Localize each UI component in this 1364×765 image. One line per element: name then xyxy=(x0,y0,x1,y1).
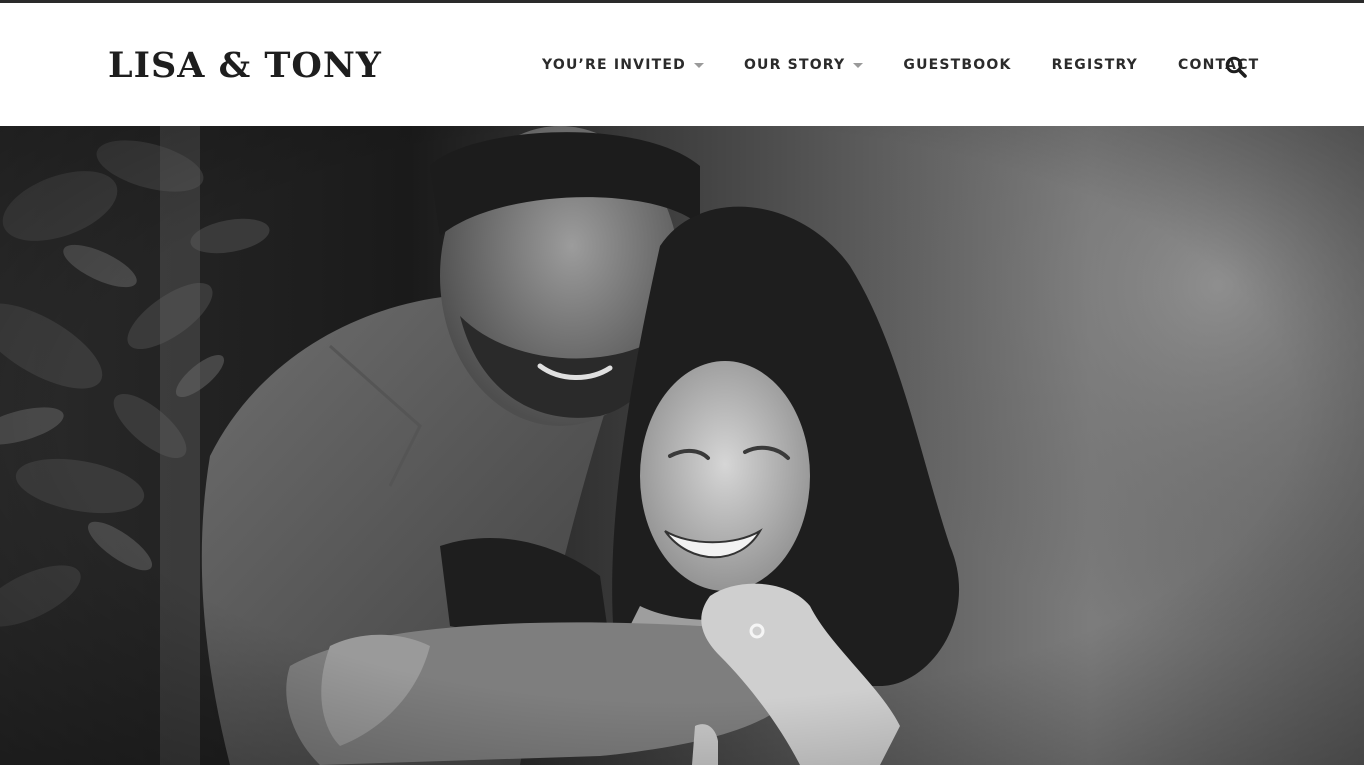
nav-item-registry[interactable]: REGISTRY xyxy=(1052,57,1138,73)
hero-photo-art xyxy=(0,126,1364,765)
caret-down-icon xyxy=(693,62,704,68)
search-icon xyxy=(1225,56,1247,78)
nav-item-label: OUR STORY xyxy=(743,57,846,73)
nav-item-youre-invited[interactable]: YOU’RE INVITED xyxy=(542,57,704,73)
nav-item-label: YOU’RE INVITED xyxy=(542,57,686,73)
main-nav: YOU’RE INVITED OUR STORY GUESTBOOK REGIS… xyxy=(542,55,1259,75)
hero-photo xyxy=(0,126,1364,765)
nav-item-guestbook[interactable]: GUESTBOOK xyxy=(903,57,1011,73)
nav-item-label: GUESTBOOK xyxy=(903,57,1012,73)
nav-item-label: REGISTRY xyxy=(1051,57,1138,73)
site-header: LISA & TONY YOU’RE INVITED OUR STORY GUE… xyxy=(0,3,1364,126)
caret-down-icon xyxy=(853,62,864,68)
nav-item-our-story[interactable]: OUR STORY xyxy=(743,57,864,73)
search-button[interactable] xyxy=(1224,55,1248,79)
site-logo[interactable]: LISA & TONY xyxy=(108,48,382,83)
